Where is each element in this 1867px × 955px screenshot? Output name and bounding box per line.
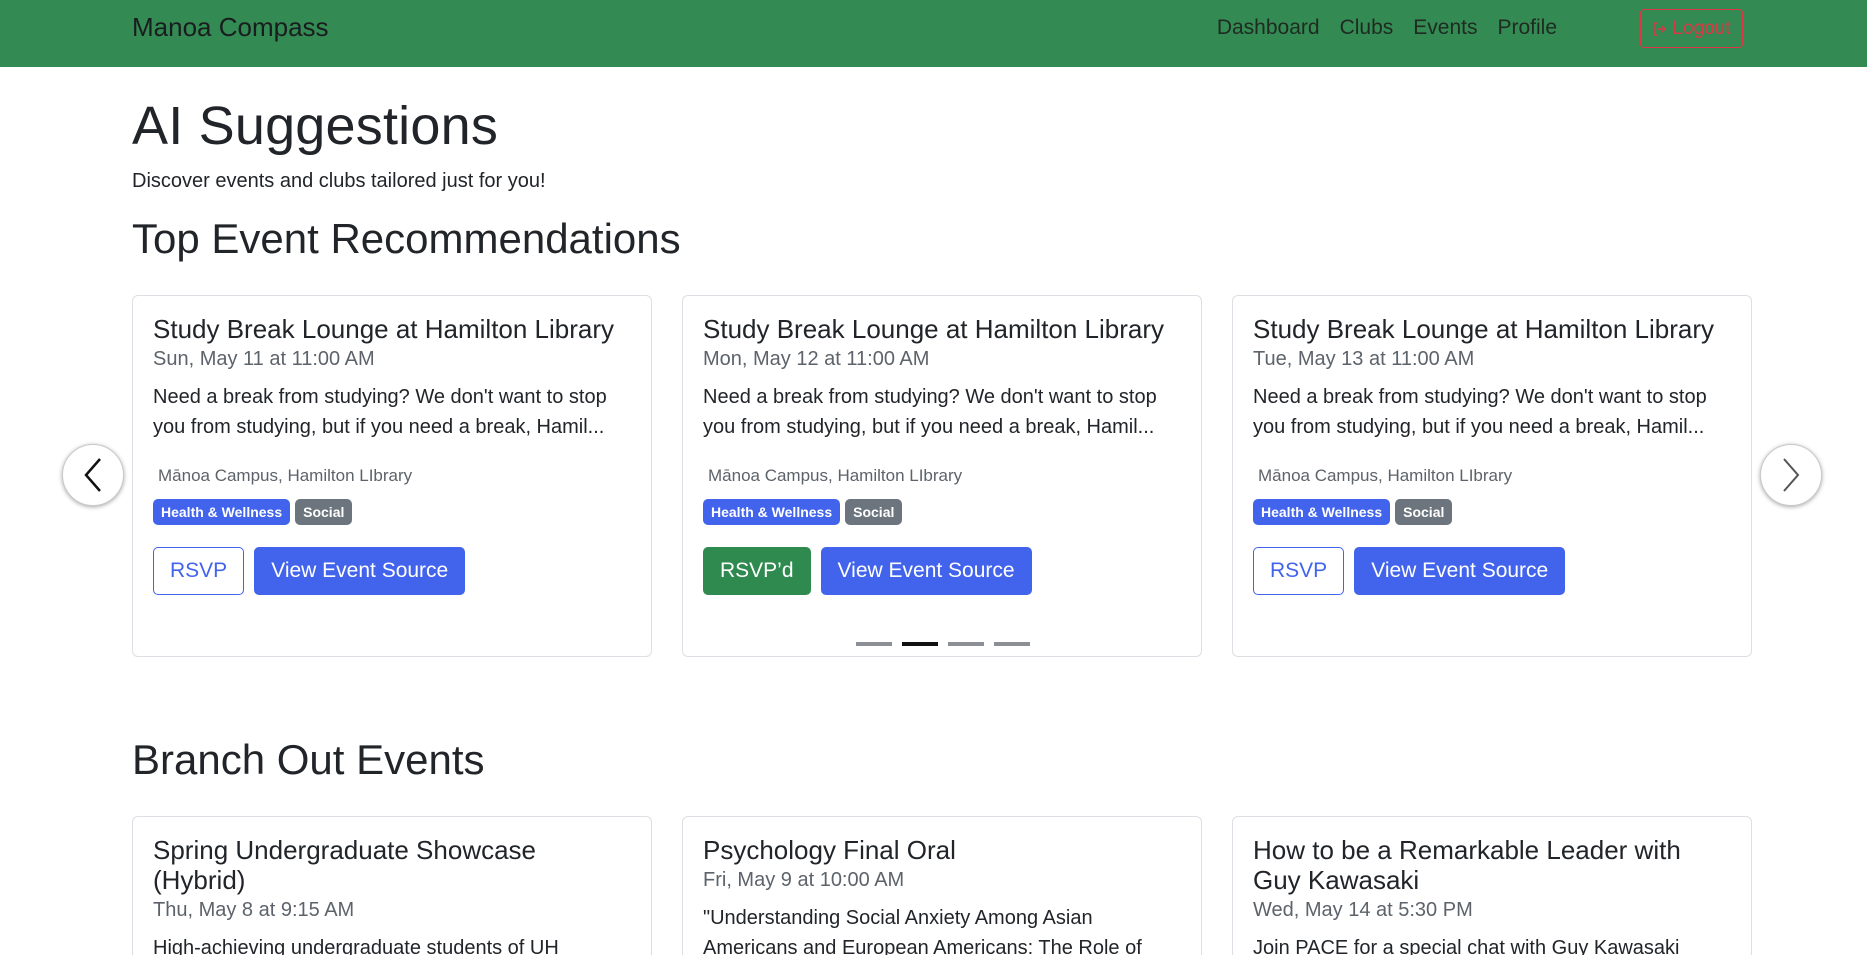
event-date: Fri, May 9 at 10:00 AM (703, 869, 905, 891)
event-description: "Understanding Social Anxiety Among Asia… (703, 907, 1142, 955)
event-location: Mānoa Campus, Hamilton LIbrary (708, 466, 963, 485)
event-description: High-achieving undergraduate students of… (153, 937, 559, 955)
view-source-button[interactable]: View Event Source (1354, 547, 1566, 595)
page-title: AI Suggestions (132, 96, 499, 156)
section-title-branch: Branch Out Events (132, 736, 485, 783)
event-date: Mon, May 12 at 11:00 AM (703, 348, 930, 370)
carousel-indicator[interactable] (994, 642, 1030, 646)
nav-events[interactable]: Events (1413, 15, 1477, 41)
event-date: Tue, May 13 at 11:00 AM (1253, 348, 1475, 370)
chevron-left-icon (84, 458, 101, 492)
carousel-next-button[interactable] (1760, 444, 1822, 506)
logout-button[interactable]: Logout (1640, 9, 1743, 48)
tag-badge: Social (845, 499, 903, 525)
event-date: Thu, May 8 at 9:15 AM (153, 899, 355, 921)
carousel-indicator[interactable] (948, 642, 984, 646)
event-card: How to be a Remarkable Leader with Guy K… (1232, 816, 1752, 955)
event-description: Join PACE for a special chat with Guy Ka… (1253, 937, 1680, 955)
section-title-top: Top Event Recommendations (132, 215, 681, 262)
event-description: Need a break from studying? We don't wan… (153, 386, 607, 438)
event-description: Need a break from studying? We don't wan… (1253, 386, 1707, 438)
logout-icon (1654, 21, 1667, 36)
rsvp-button[interactable]: RSVP (1253, 547, 1345, 595)
event-description: Need a break from studying? We don't wan… (703, 386, 1157, 438)
nav-dashboard[interactable]: Dashboard (1217, 15, 1320, 41)
event-tags: Health & Wellness Social (703, 499, 1181, 525)
nav-profile[interactable]: Profile (1497, 15, 1557, 41)
event-title[interactable]: Study Break Lounge at Hamilton Library (703, 314, 1181, 344)
event-card: Psychology Final Oral Fri, May 9 at 10:0… (682, 816, 1202, 955)
carousel-indicator[interactable] (902, 642, 938, 646)
event-location: Mānoa Campus, Hamilton LIbrary (158, 466, 413, 485)
rsvp-button[interactable]: RSVP (153, 547, 245, 595)
page-subtitle: Discover events and clubs tailored just … (132, 170, 546, 192)
event-tags: Health & Wellness Social (1253, 499, 1731, 525)
logout-label: Logout (1672, 17, 1731, 39)
nav-links: Dashboard Clubs Events Profile (1217, 15, 1557, 41)
event-card: Spring Undergraduate Showcase (Hybrid) T… (132, 816, 652, 955)
event-location: Mānoa Campus, Hamilton LIbrary (1258, 466, 1513, 485)
view-source-button[interactable]: View Event Source (254, 547, 466, 595)
event-date: Wed, May 14 at 5:30 PM (1253, 899, 1473, 921)
tag-badge: Social (1395, 499, 1453, 525)
event-title[interactable]: Spring Undergraduate Showcase (Hybrid) (153, 835, 631, 895)
event-date: Sun, May 11 at 11:00 AM (153, 348, 375, 370)
nav-clubs[interactable]: Clubs (1340, 15, 1394, 41)
event-card: Study Break Lounge at Hamilton Library S… (132, 295, 652, 657)
rsvp-button[interactable]: RSVP’d (703, 547, 811, 595)
event-title[interactable]: Study Break Lounge at Hamilton Library (153, 314, 631, 344)
carousel-prev-button[interactable] (62, 444, 124, 506)
event-title[interactable]: Study Break Lounge at Hamilton Library (1253, 314, 1731, 344)
navbar: Manoa Compass Dashboard Clubs Events Pro… (0, 0, 1867, 67)
event-title[interactable]: How to be a Remarkable Leader with Guy K… (1253, 835, 1731, 895)
chevron-right-icon (1783, 458, 1800, 492)
tag-badge: Health & Wellness (703, 499, 841, 525)
tag-badge: Health & Wellness (1253, 499, 1391, 525)
carousel-indicator[interactable] (856, 642, 892, 646)
brand-link[interactable]: Manoa Compass (132, 12, 329, 43)
event-card: Study Break Lounge at Hamilton Library M… (682, 295, 1202, 657)
carousel-indicators (856, 642, 1030, 646)
tag-badge: Social (295, 499, 353, 525)
event-title[interactable]: Psychology Final Oral (703, 835, 1181, 865)
tag-badge: Health & Wellness (153, 499, 291, 525)
event-card: Study Break Lounge at Hamilton Library T… (1232, 295, 1752, 657)
view-source-button[interactable]: View Event Source (820, 547, 1032, 595)
event-tags: Health & Wellness Social (153, 499, 631, 525)
